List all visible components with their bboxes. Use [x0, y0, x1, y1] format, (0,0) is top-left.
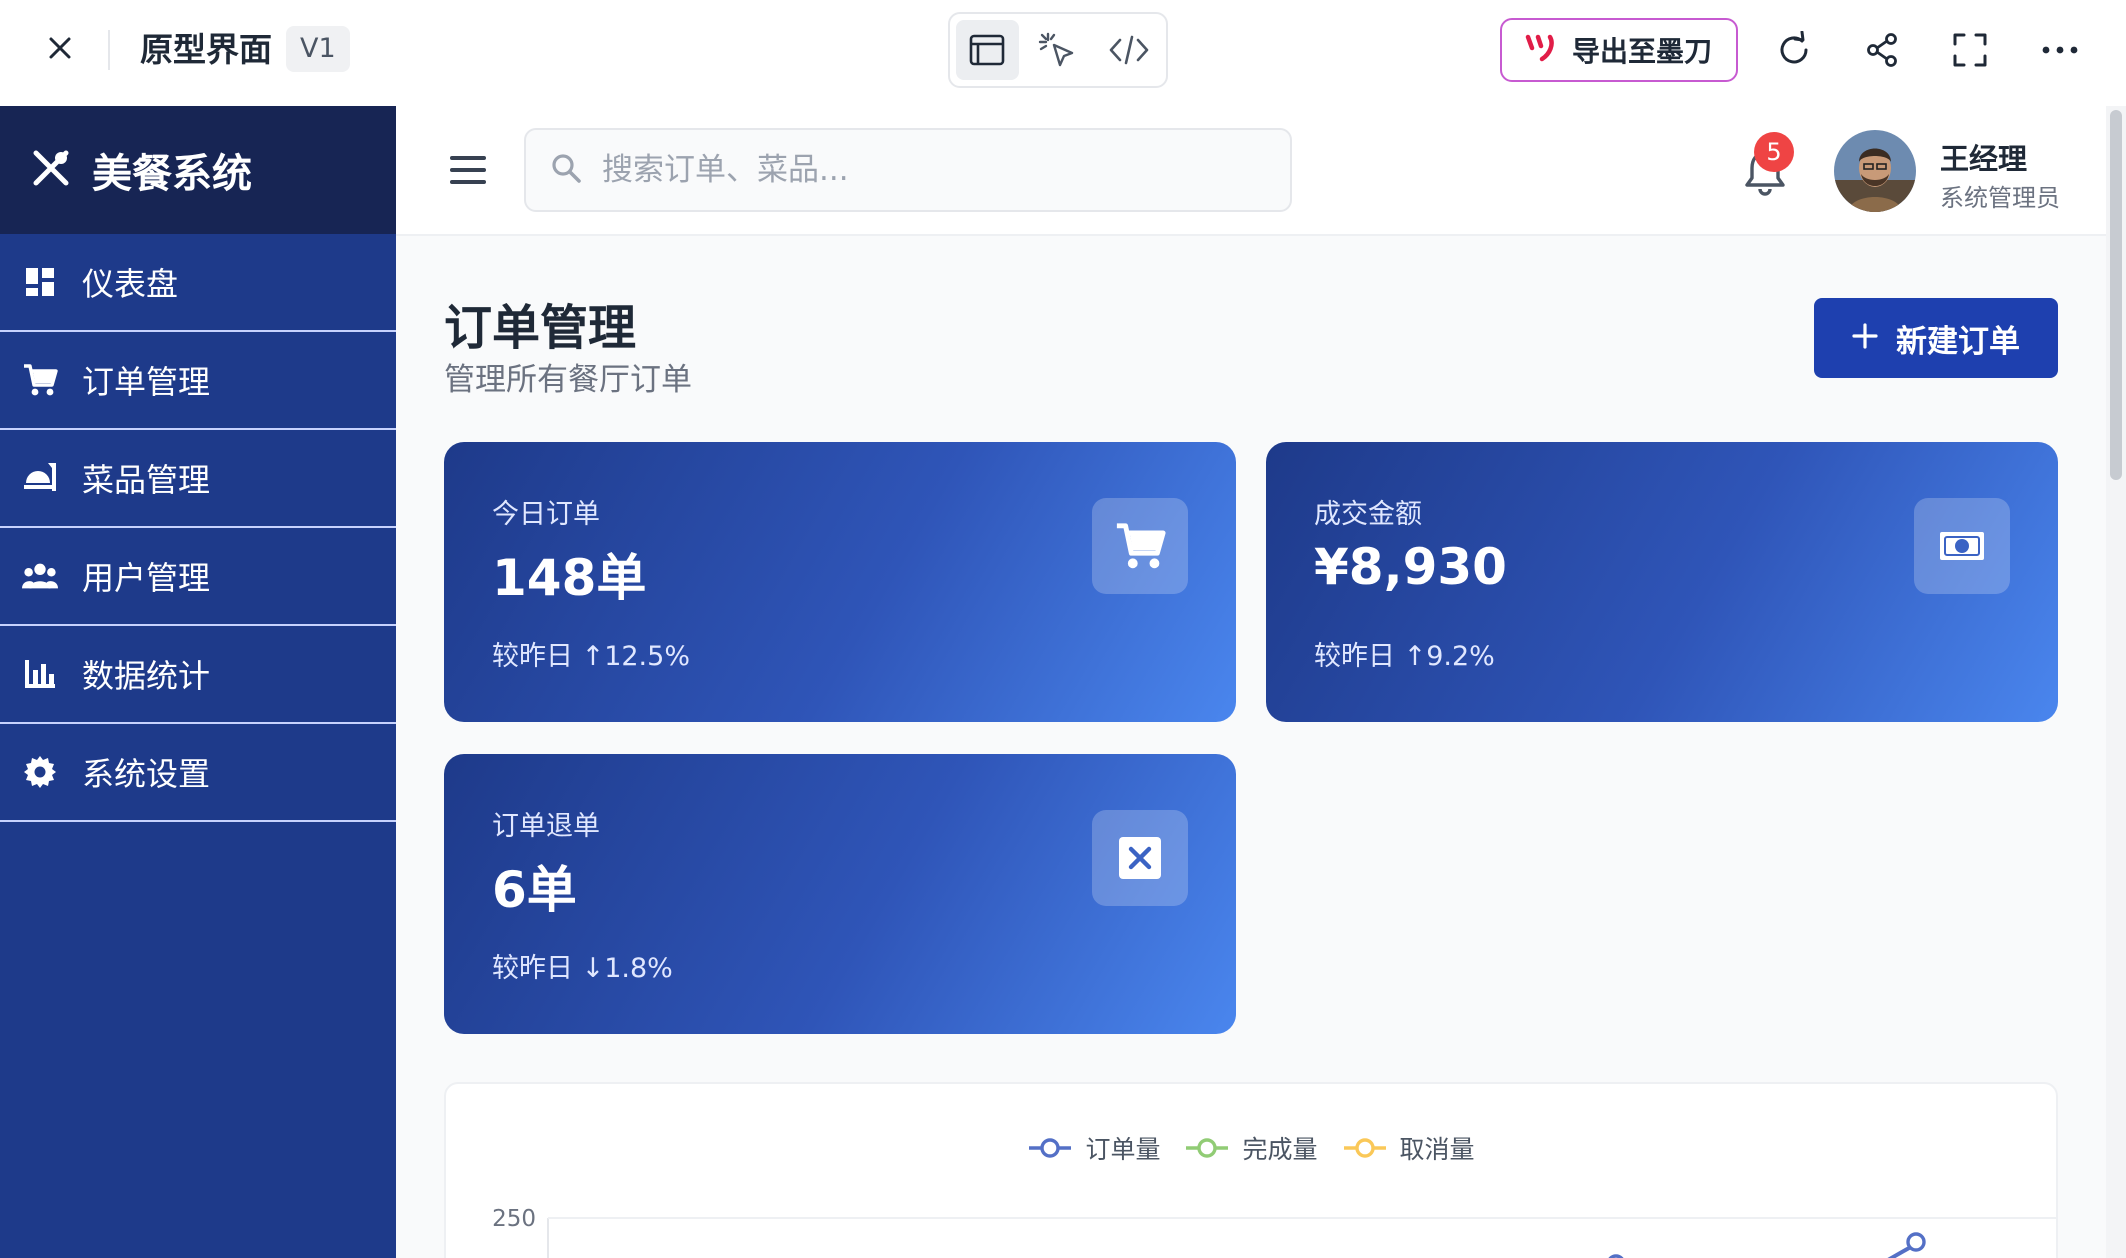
sidebar-item-dashboard[interactable]: 仪表盘: [0, 234, 396, 332]
cancel-icon: [1092, 810, 1188, 906]
money-icon: [1914, 498, 2010, 594]
close-icon[interactable]: [40, 28, 80, 68]
new-order-button[interactable]: 新建订单: [1814, 298, 2058, 378]
sidebar-item-users[interactable]: 用户管理: [0, 528, 396, 626]
stat-delta: 较昨日 ↑12.5%: [492, 641, 690, 672]
utensils-icon: [30, 147, 72, 193]
sidebar-item-label: 订单管理: [82, 363, 211, 401]
brand[interactable]: 美餐系统: [0, 106, 396, 234]
y-tick-label: 250: [492, 1206, 536, 1232]
stat-value: ¥8,930: [1314, 538, 1507, 596]
sidebar-item-label: 用户管理: [82, 559, 211, 597]
stat-delta: 较昨日 ↓1.8%: [492, 953, 673, 984]
bar-chart-icon: [22, 656, 58, 692]
sidebar: 美餐系统 仪表盘 订单管理 菜品管理 用户管理 数据统计 系统设置: [0, 106, 396, 1258]
series-line: [1887, 1242, 1917, 1258]
avatar[interactable]: [1834, 130, 1916, 212]
stat-card-refunds: 订单退单 6单 较昨日 ↓1.8%: [444, 754, 1236, 1034]
app-header: 5 王经理 系统管理员: [396, 106, 2106, 236]
dashboard-icon: [22, 264, 58, 300]
version-badge: V1: [286, 26, 350, 72]
refresh-icon[interactable]: [1772, 28, 1816, 72]
sidebar-item-label: 菜品管理: [82, 461, 211, 499]
plus-icon: [1852, 320, 1878, 356]
series-point: [1906, 1232, 1926, 1252]
stat-label: 今日订单: [492, 499, 600, 530]
gear-icon: [22, 754, 58, 790]
fullscreen-icon[interactable]: [1948, 28, 1992, 72]
stat-card-today-orders: 今日订单 148单 较昨日 ↑12.5%: [444, 442, 1236, 722]
preview-icon[interactable]: [956, 20, 1019, 80]
menu-icon[interactable]: [448, 150, 488, 190]
view-mode-switch: [948, 12, 1168, 88]
dish-icon: [22, 460, 58, 496]
scrollbar-thumb[interactable]: [2110, 110, 2122, 480]
share-icon[interactable]: [1860, 28, 1904, 72]
orders-chart: 订单量 完成量 取消量 250: [444, 1082, 2058, 1258]
sidebar-item-label: 数据统计: [82, 657, 211, 695]
stat-card-revenue: 成交金额 ¥8,930 较昨日 ↑9.2%: [1266, 442, 2058, 722]
modao-logo-icon: [1524, 34, 1558, 66]
code-icon[interactable]: [1097, 20, 1160, 80]
export-button[interactable]: 导出至墨刀: [1500, 18, 1738, 82]
cart-icon: [1092, 498, 1188, 594]
brand-name: 美餐系统: [92, 151, 252, 197]
sidebar-item-settings[interactable]: 系统设置: [0, 724, 396, 822]
toolbar-divider: [108, 30, 110, 70]
stat-value: 6单: [492, 861, 577, 919]
user-name: 王经理: [1940, 142, 2028, 176]
pointer-icon[interactable]: [1027, 20, 1090, 80]
export-label: 导出至墨刀: [1572, 35, 1713, 68]
scrollbar[interactable]: [2106, 106, 2126, 1258]
notification-badge: 5: [1754, 132, 1794, 172]
stat-delta: 较昨日 ↑9.2%: [1314, 641, 1495, 672]
main-content: 订单管理 管理所有餐厅订单 新建订单 今日订单 148单 较昨日 ↑12.5% …: [396, 236, 2106, 1258]
search-input[interactable]: [602, 152, 1242, 188]
sidebar-item-statistics[interactable]: 数据统计: [0, 626, 396, 724]
sidebar-item-label: 仪表盘: [82, 265, 179, 303]
cart-icon: [22, 362, 58, 398]
stat-label: 订单退单: [492, 811, 600, 842]
stat-label: 成交金额: [1314, 499, 1422, 530]
search-box: [524, 128, 1292, 212]
more-icon[interactable]: [2038, 28, 2082, 72]
chart-plot: 250: [492, 1206, 2056, 1258]
sidebar-item-dishes[interactable]: 菜品管理: [0, 430, 396, 528]
page-subtitle: 管理所有餐厅订单: [444, 362, 692, 398]
page-title: 订单管理: [444, 300, 637, 356]
search-icon: [550, 152, 582, 188]
prototype-title: 原型界面: [140, 30, 272, 69]
stat-value: 148单: [492, 549, 647, 607]
user-role: 系统管理员: [1940, 184, 2060, 212]
prototype-toolbar: 原型界面 V1 导出至墨刀: [0, 0, 2126, 106]
users-icon: [22, 558, 58, 594]
new-order-label: 新建订单: [1896, 323, 2020, 360]
sidebar-item-label: 系统设置: [82, 755, 211, 793]
sidebar-item-orders[interactable]: 订单管理: [0, 332, 396, 430]
